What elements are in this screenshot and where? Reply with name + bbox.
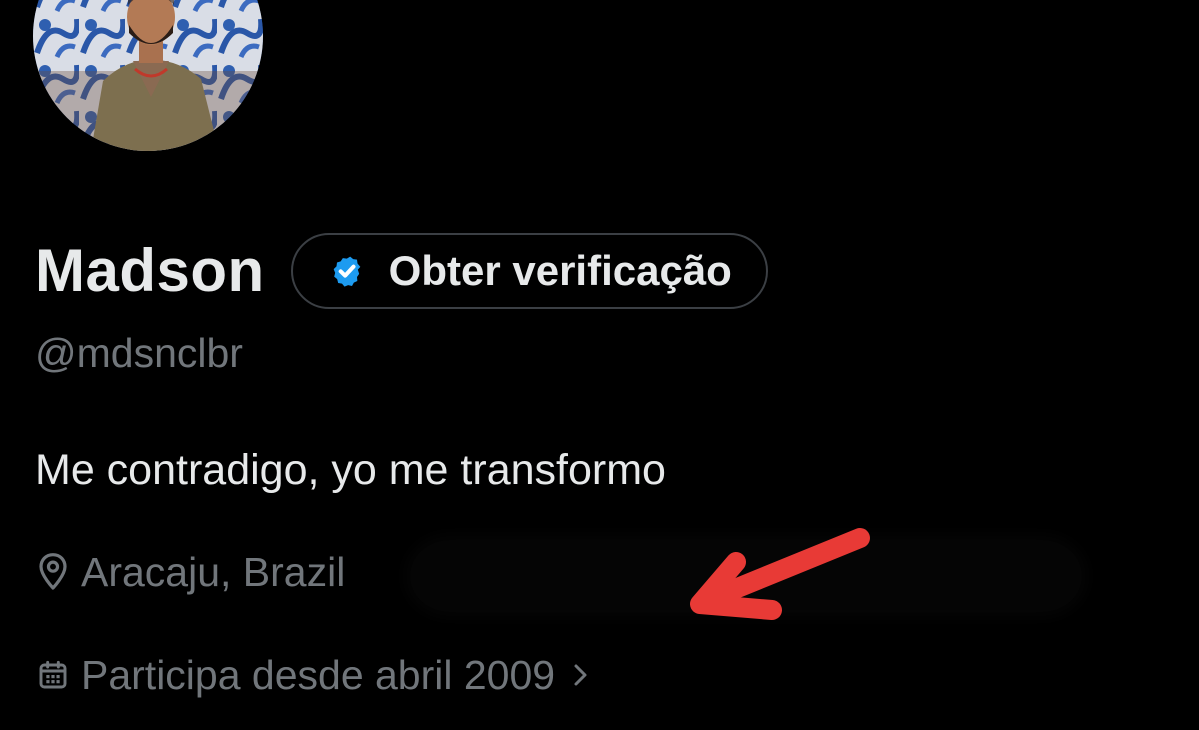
get-verified-label: Obter verificação <box>388 247 732 294</box>
display-name: Madson <box>35 237 265 304</box>
profile-bio: Me contradigo, yo me transformo <box>35 446 666 494</box>
chevron-right-icon <box>573 661 589 689</box>
profile-location-text: Aracaju, Brazil <box>81 548 346 595</box>
profile-handle: @mdsnclbr <box>35 330 243 376</box>
profile-joined-text: Participa desde abril 2009 <box>81 651 556 698</box>
arrow-annotation <box>690 528 870 620</box>
get-verified-button[interactable]: Obter verificação <box>290 233 768 309</box>
avatar-image <box>33 0 263 151</box>
profile-avatar[interactable] <box>33 0 263 151</box>
profile-location: Aracaju, Brazil <box>35 550 345 594</box>
calendar-icon <box>35 653 71 697</box>
map-pin-icon <box>35 550 71 594</box>
profile-joined-date[interactable]: Participa desde abril 2009 <box>35 653 589 697</box>
verified-badge-icon <box>333 256 361 287</box>
profile-name-row: Madson Obter verificação <box>35 230 768 312</box>
